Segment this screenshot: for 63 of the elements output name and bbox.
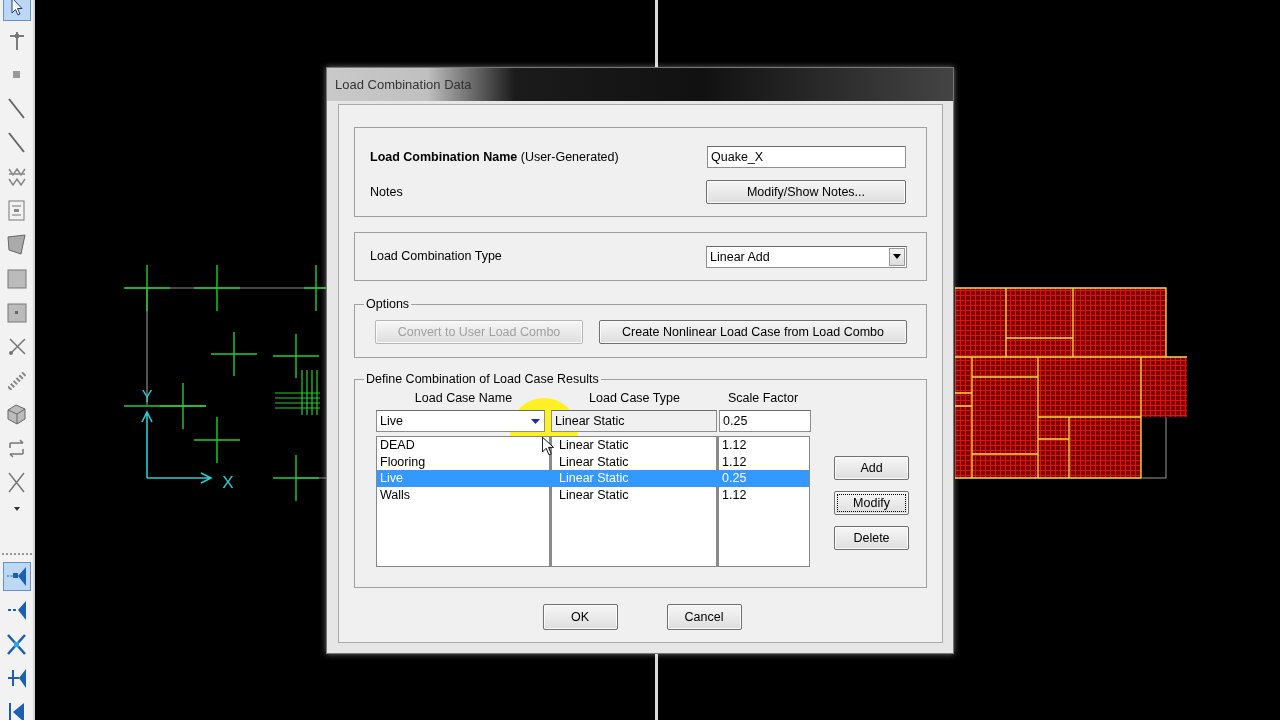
notes-button[interactable]: Modify/Show Notes...	[706, 180, 906, 204]
list-row[interactable]: DEAD Linear Static 1.12	[377, 437, 809, 454]
dialog-button[interactable]: Cancel	[666, 604, 742, 630]
list-cell: 0.25	[722, 471, 747, 485]
group-title: Options	[364, 296, 412, 312]
snap-point-icon	[6, 566, 27, 587]
list-cell: Linear Static	[559, 438, 629, 452]
link-icon	[7, 337, 26, 356]
field-label: Load Combination Type	[370, 248, 502, 266]
tool-button[interactable]	[2, 562, 31, 591]
action-button[interactable]: Add	[834, 456, 909, 480]
wall-icon	[7, 167, 26, 186]
action-button[interactable]: Modify	[834, 491, 909, 515]
list-cell: Linear Static	[559, 471, 629, 485]
list-cell: 1.12	[722, 438, 747, 452]
list-row[interactable]: Flooring Linear Static 1.12	[377, 453, 809, 470]
caret-icon	[893, 254, 901, 259]
pointer-icon	[10, 0, 23, 16]
case-dropdown[interactable]: Live	[376, 410, 545, 432]
pointer-node-icon	[8, 30, 25, 51]
list-cell: Live	[380, 471, 403, 485]
list-cell: Flooring	[380, 454, 426, 469]
field-note: (User-Generated)	[520, 149, 619, 164]
quad-icon	[7, 234, 26, 255]
solid-icon	[7, 404, 26, 425]
caret-icon	[531, 418, 540, 424]
field-label: Notes	[370, 183, 403, 201]
axis-label: Y	[141, 388, 153, 405]
list-row[interactable]: Walls Linear Static 1.12	[377, 486, 809, 503]
tool-button[interactable]	[2, 0, 31, 21]
cross-icon	[8, 472, 25, 493]
spring-icon	[7, 371, 26, 390]
square-icon	[6, 268, 27, 289]
snap-perp-icon	[6, 668, 27, 689]
list-cell: Linear Static	[559, 487, 629, 502]
snap-intersect-icon	[7, 634, 26, 655]
list-cell: Walls	[380, 487, 411, 502]
type-dropdown[interactable]: Linear Add	[706, 245, 907, 268]
frame-icon	[8, 200, 25, 221]
snap-end-icon	[8, 702, 25, 720]
axis-label: X	[222, 473, 234, 492]
snap-mid-icon	[6, 600, 27, 621]
column-header: Load Case Type	[588, 390, 681, 407]
list-cell: 1.12	[722, 487, 747, 502]
field-label: Load Combination Name	[370, 149, 518, 164]
list-cell: Linear Static	[559, 454, 629, 469]
dropdown-icon	[12, 506, 21, 512]
list-cell: DEAD	[380, 438, 415, 452]
arrows-icon	[9, 439, 24, 458]
line-icon	[8, 132, 25, 153]
point-icon	[12, 70, 21, 79]
type-field: Linear Static	[551, 410, 717, 432]
line-icon	[8, 98, 25, 119]
square-icon	[6, 302, 27, 323]
list-cell: 1.12	[722, 454, 747, 469]
dialog-button[interactable]: OK	[542, 604, 618, 630]
factor-input[interactable]: 0.25	[719, 410, 811, 432]
column-header: Load Case Name	[413, 390, 514, 407]
action-button[interactable]: Delete	[834, 526, 909, 550]
column-header: Scale Factor	[726, 390, 800, 407]
name-input[interactable]: Quake_X	[707, 146, 906, 168]
window-title: Load Combination Data	[335, 75, 472, 94]
option-button[interactable]: Create Nonlinear Load Case from Load Combo	[599, 320, 907, 344]
